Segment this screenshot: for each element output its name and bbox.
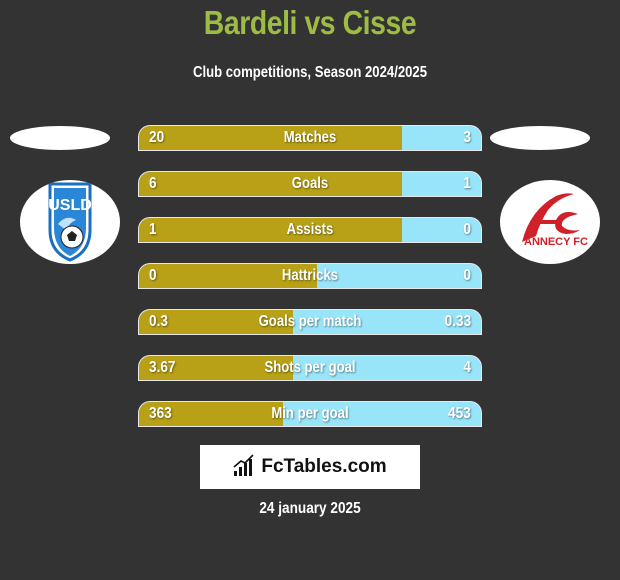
stat-label: Assists [286, 221, 334, 238]
svg-text:USLD: USLD [48, 197, 92, 214]
page-title: Bardeli vs Cisse [203, 4, 417, 41]
stat-label: Hattricks [281, 267, 339, 284]
stat-row: Assists 1 0 [139, 218, 481, 242]
left-value: 6 [149, 175, 157, 192]
left-value: 20 [149, 129, 165, 146]
page-subtitle: Club competitions, Season 2024/2025 [192, 64, 428, 81]
left-value: 363 [149, 405, 172, 422]
left-value: 0 [149, 267, 157, 284]
right-value: 4 [463, 359, 471, 376]
left-value: 0.3 [149, 313, 168, 330]
left-value: 3.67 [149, 359, 176, 376]
fctables-logo: FcTables.com [200, 445, 420, 489]
stat-row: Goals 6 1 [139, 172, 481, 196]
left-value: 1 [149, 221, 157, 238]
left-player-placeholder [10, 126, 110, 150]
annecy-fc-crest-icon: ANNECY FC [500, 180, 600, 264]
stat-label: Min per goal [271, 405, 349, 422]
right-value: 1 [463, 175, 471, 192]
stat-row: Hattricks 0 0 [139, 264, 481, 288]
bar-chart-icon [233, 453, 255, 482]
stat-row: Min per goal 363 453 [139, 402, 481, 426]
stat-row: Goals per match 0.3 0.33 [139, 310, 481, 334]
right-value: 0.33 [444, 313, 471, 330]
stat-row: Matches 20 3 [139, 126, 481, 150]
right-value: 453 [448, 405, 471, 422]
right-value: 0 [463, 221, 471, 238]
right-value: 0 [463, 267, 471, 284]
stat-label: Matches [283, 129, 337, 146]
stat-label: Goals per match [258, 313, 362, 330]
right-value: 3 [463, 129, 471, 146]
stat-label: Goals [291, 175, 329, 192]
usld-crest-icon: USLD [20, 180, 120, 264]
stat-label: Shots per goal [264, 359, 356, 376]
brand-name: FcTables.com [261, 456, 387, 477]
stat-row: Shots per goal 3.67 4 [139, 356, 481, 380]
date-label: 24 january 2025 [259, 500, 361, 517]
right-player-placeholder [490, 126, 590, 150]
svg-text:ANNECY FC: ANNECY FC [524, 236, 588, 248]
